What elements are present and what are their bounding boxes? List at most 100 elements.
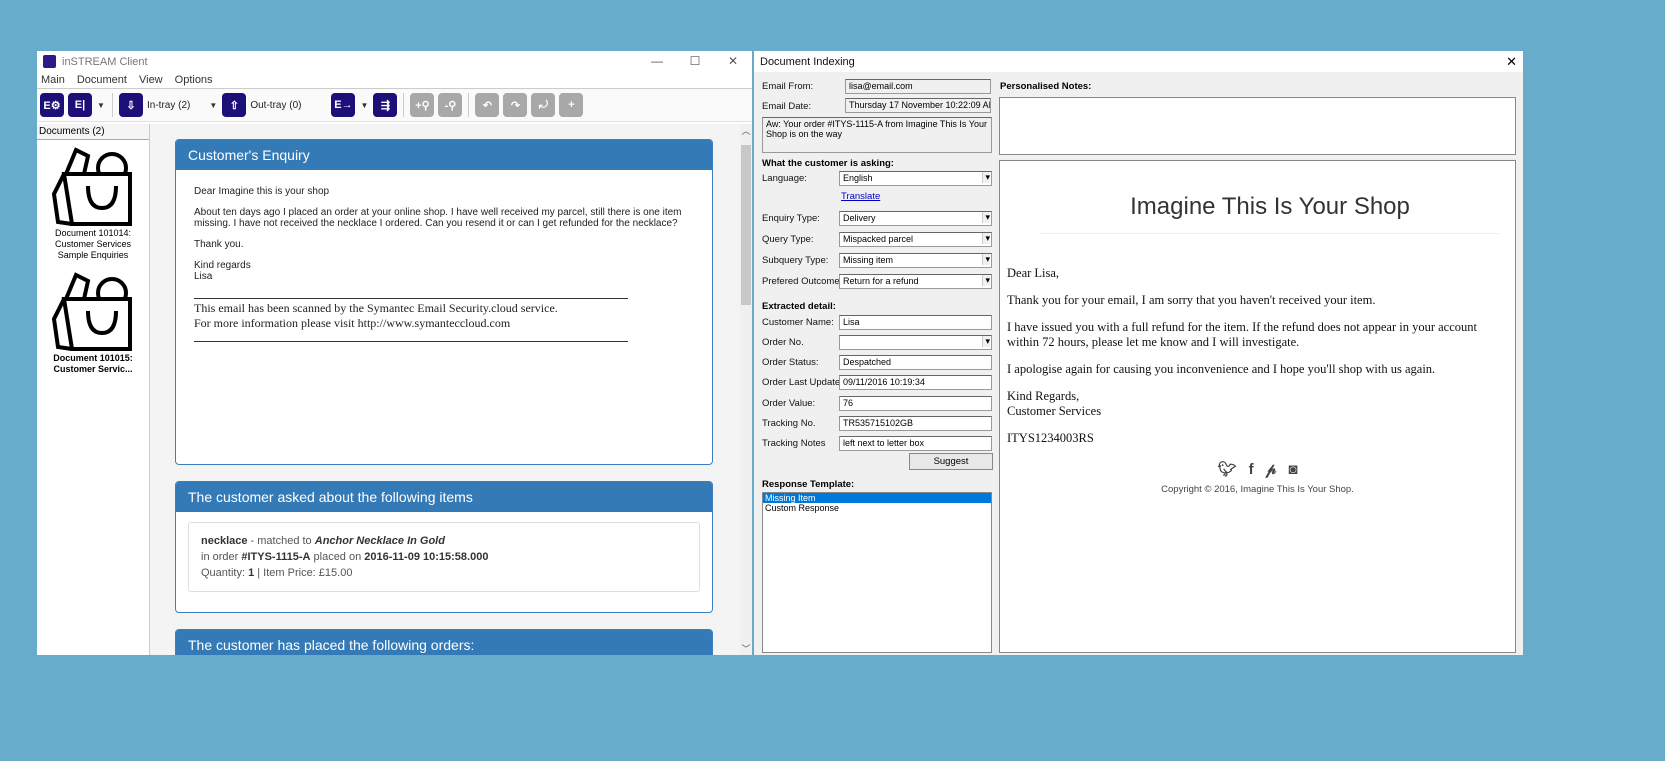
order-update-field[interactable]: 09/11/2016 10:19:34 <box>839 375 992 390</box>
tracking-no-label: Tracking No. <box>762 418 816 429</box>
divider <box>468 93 470 117</box>
minimize-button[interactable]: — <box>638 51 676 72</box>
outcome-select[interactable]: Return for a refund <box>839 274 992 289</box>
tracking-no-field[interactable]: TR535715102GB <box>839 416 992 431</box>
subquery-type-select[interactable]: Missing item <box>839 253 992 268</box>
app-icon <box>43 55 56 68</box>
order-value-label: Order Value: <box>762 398 816 409</box>
forward-document-button[interactable]: ⇶ <box>373 93 398 117</box>
email-signoff: Kind Regards, <box>1007 389 1080 403</box>
email-paragraph: I apologise again for causing you inconv… <box>1007 362 1436 376</box>
query-type-label: Query Type: <box>762 234 814 245</box>
documents-header: Documents (2) <box>37 124 149 140</box>
menu-main[interactable]: Main <box>41 74 65 86</box>
text: - matched to <box>247 535 315 547</box>
order-value-field[interactable]: 76 <box>839 396 992 411</box>
rotate-right-icon[interactable]: ↷ <box>503 93 528 117</box>
close-button[interactable]: ✕ <box>1506 54 1517 70</box>
document-view-button[interactable]: E| <box>68 93 92 117</box>
scrollbar-thumb[interactable] <box>741 145 751 305</box>
order-no-label: Order No. <box>762 337 804 348</box>
scrollbar[interactable]: ︿ ﹀ <box>740 124 752 655</box>
translate-link[interactable]: Translate <box>841 191 880 202</box>
email-paragraph: Thank you for your email, I am sorry tha… <box>1007 293 1376 307</box>
scroll-down-icon[interactable]: ﹀ <box>740 642 752 655</box>
email-from-field[interactable]: lisa@email.com <box>845 79 991 94</box>
document-label: Document 101015: Customer Servic... <box>53 353 133 374</box>
matched-item: necklace - matched to Anchor Necklace In… <box>188 522 700 592</box>
personalised-notes-input[interactable] <box>999 97 1516 155</box>
menu-document[interactable]: Document <box>77 74 127 86</box>
outcome-label: Prefered Outcome: <box>762 276 843 287</box>
document-item-selected[interactable]: Document 101015: Customer Servic... <box>37 265 149 379</box>
items-card: The customer asked about the following i… <box>175 481 713 613</box>
intray-label[interactable]: In-tray (2) <box>147 100 190 111</box>
query-type-select[interactable]: Mispacked parcel <box>839 232 992 247</box>
email-name: Lisa <box>194 271 213 282</box>
template-item-selected[interactable]: Missing Item <box>763 493 991 503</box>
outtray-label[interactable]: Out-tray (0) <box>250 100 301 111</box>
zoom-out-icon[interactable]: -⚲ <box>438 93 463 117</box>
email-date-field[interactable]: Thursday 17 November 10:22:09 AM <box>845 98 991 113</box>
document-viewer: Customer's Enquiry Dear Imagine this is … <box>150 124 740 655</box>
documents-panel: Documents (2) Document 101014: Customer … <box>37 124 150 655</box>
twitter-icon[interactable]: 🐦︎ <box>1218 461 1249 478</box>
order-update-label: Order Last Update: <box>762 377 843 388</box>
email-from-label: Email From: <box>762 81 814 92</box>
menu-options[interactable]: Options <box>175 74 213 86</box>
document-label: Document 101014: Customer Services Sampl… <box>54 228 132 260</box>
card-title: Customer's Enquiry <box>176 140 712 170</box>
suggest-button[interactable]: Suggest <box>909 453 993 470</box>
document-item[interactable]: Document 101014: Customer Services Sampl… <box>37 140 149 265</box>
send-document-button[interactable]: E→ <box>331 93 356 117</box>
chevron-down-icon[interactable]: ▼ <box>96 101 106 110</box>
maximize-button[interactable]: ☐ <box>676 51 714 72</box>
instagram-icon[interactable]: ◙ <box>1288 461 1309 478</box>
text: placed on <box>310 551 365 563</box>
template-item[interactable]: Custom Response <box>763 503 991 513</box>
toolbar: E⚙ E| ▼ ⇩ In-tray (2) ▼ ⇧ Out-tray (0) E… <box>37 89 752 122</box>
divider <box>403 93 405 117</box>
menu-view[interactable]: View <box>139 74 163 86</box>
outtray-button[interactable]: ⇧ <box>222 93 247 117</box>
response-template-list[interactable]: Missing Item Custom Response <box>762 492 992 653</box>
intray-button[interactable]: ⇩ <box>119 93 143 117</box>
close-button[interactable]: ✕ <box>714 51 752 72</box>
customer-name-label: Customer Name: <box>762 317 834 328</box>
crosshair-icon[interactable]: + <box>559 93 584 117</box>
email-reference: ITYS1234003RS <box>1007 431 1094 445</box>
scroll-up-icon[interactable]: ︿ <box>740 124 752 137</box>
order-status-field[interactable]: Despatched <box>839 355 992 370</box>
facebook-icon[interactable]: f <box>1249 461 1266 478</box>
enquiry-card: Customer's Enquiry Dear Imagine this is … <box>175 139 713 465</box>
email-subject-field[interactable]: Aw: Your order #ITYS-1115-A from Imagine… <box>762 117 992 153</box>
text: Quantity: <box>201 567 249 579</box>
copyright: Copyright © 2016, Imagine This Is Your S… <box>1161 484 1354 495</box>
email-preview: Imagine This Is Your Shop Dear Lisa, Tha… <box>999 160 1516 653</box>
document-indexing-window: Document Indexing ✕ Email From: lisa@ema… <box>753 51 1523 655</box>
email-signoff: Kind regards <box>194 260 251 271</box>
chevron-down-icon[interactable]: ▼ <box>359 101 369 110</box>
language-select[interactable]: English <box>839 171 992 186</box>
customer-name-field[interactable]: Lisa <box>839 315 992 330</box>
pinterest-icon[interactable]: 𝓅 <box>1266 461 1289 478</box>
rotate-left-icon[interactable]: ↶ <box>475 93 500 117</box>
tracking-notes-field[interactable]: left next to letter box <box>839 436 992 451</box>
email-body: About ten days ago I placed an order at … <box>194 207 682 229</box>
document-settings-button[interactable]: E⚙ <box>40 93 64 117</box>
order-number: #ITYS-1115-A <box>241 551 311 563</box>
shopping-bag-icon <box>51 147 132 226</box>
email-signature: Customer Services <box>1007 404 1102 418</box>
chevron-down-icon[interactable]: ▼ <box>208 101 218 110</box>
product-name: Anchor Necklace In Gold <box>314 535 445 547</box>
tracking-notes-label: Tracking Notes <box>762 438 826 449</box>
order-no-select[interactable] <box>839 335 992 350</box>
order-date: 2016-11-09 10:15:58.000 <box>364 551 489 563</box>
enquiry-type-label: Enquiry Type: <box>762 213 820 224</box>
item-price: | Item Price: £15.00 <box>254 567 353 579</box>
card-title: The customer has placed the following or… <box>176 630 712 655</box>
flip-icon[interactable]: ⤾ <box>531 93 556 117</box>
enquiry-type-select[interactable]: Delivery <box>839 211 992 226</box>
zoom-in-icon[interactable]: +⚲ <box>410 93 435 117</box>
shop-title: Imagine This Is Your Shop <box>1040 193 1500 234</box>
